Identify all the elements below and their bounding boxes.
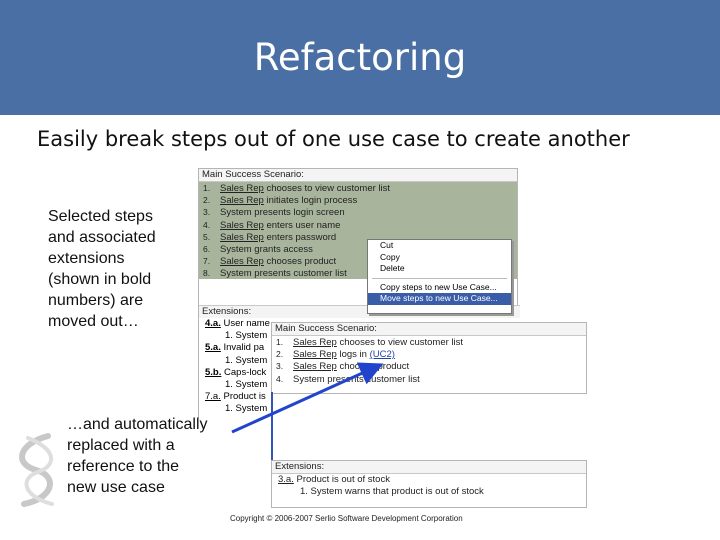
replaced-note: …and automatically replaced with a refer… xyxy=(67,416,208,496)
copyright-footer: Copyright © 2006-2007 Serlio Software De… xyxy=(230,514,463,523)
selected-steps-note: Selected steps and associated extensions… xyxy=(48,208,156,330)
arrow-to-reference xyxy=(231,362,384,434)
company-logo-icon xyxy=(19,433,54,507)
